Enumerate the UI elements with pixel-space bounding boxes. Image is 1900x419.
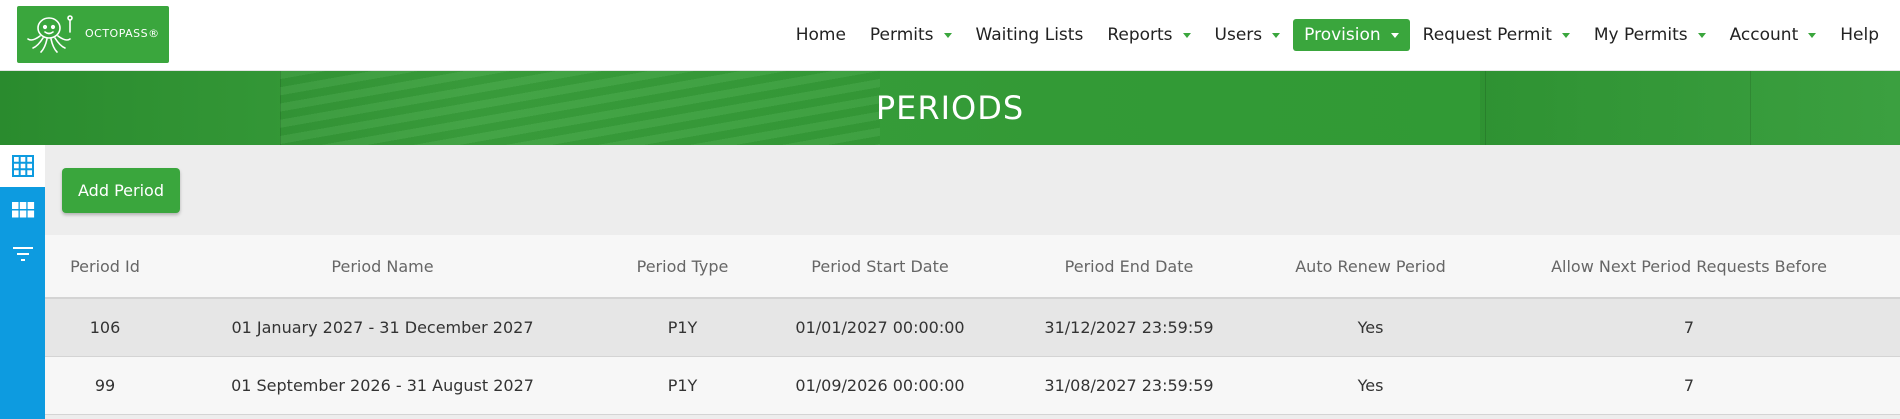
- nav-label: Request Permit: [1422, 25, 1552, 45]
- table-cell: P1Y: [600, 298, 765, 357]
- nav-label: My Permits: [1593, 25, 1688, 45]
- table-cell: 01/01/2027 00:00:00: [765, 298, 995, 357]
- caret-down-icon: [1272, 32, 1281, 38]
- periods-table: Period Id Period Name Period Type Period St…: [45, 235, 1900, 415]
- caret-down-icon: [1390, 32, 1399, 38]
- octopass-logo[interactable]: OCTOPASS®: [17, 6, 169, 63]
- nav-label: Reports: [1107, 25, 1173, 45]
- nav-my-permits[interactable]: My Permits: [1583, 19, 1717, 51]
- caret-down-icon: [1182, 32, 1191, 38]
- column-header[interactable]: Period Start Date: [765, 235, 995, 299]
- column-header[interactable]: Period End Date: [995, 235, 1263, 299]
- octopus-icon: [27, 15, 73, 53]
- tile-view-button[interactable]: [0, 189, 45, 231]
- grid-icon: [11, 155, 34, 177]
- nav-label: Users: [1214, 25, 1263, 45]
- page-banner: PERIODS: [0, 71, 1900, 145]
- column-header[interactable]: Allow Next Period Requests Before: [1478, 235, 1900, 299]
- nav-home[interactable]: Home: [785, 19, 857, 51]
- nav-users[interactable]: Users: [1204, 19, 1292, 51]
- nav-label: Permits: [869, 25, 934, 45]
- nav-reports[interactable]: Reports: [1096, 19, 1201, 51]
- nav-label: Account: [1729, 25, 1799, 45]
- main-nav: Home Permits Waiting Lists Reports Users Prov…: [783, 18, 1890, 52]
- table-cell: 99: [45, 356, 165, 415]
- table-cell: Yes: [1263, 298, 1478, 357]
- column-header[interactable]: Period Type: [600, 235, 765, 299]
- table-cell: Yes: [1263, 356, 1478, 415]
- table-row[interactable]: 99 01 September 2026 - 31 August 2027 P1Y 0…: [45, 356, 1900, 415]
- table-cell: 01 January 2027 - 31 December 2027: [165, 298, 600, 357]
- table-cell: P1Y: [600, 356, 765, 415]
- logo-brand-text: OCTOPASS®: [85, 27, 160, 40]
- grid-view-button[interactable]: [0, 145, 45, 187]
- table-cell: 31/12/2027 23:59:59: [995, 298, 1263, 357]
- nav-permits[interactable]: Permits: [859, 19, 963, 51]
- nav-provision[interactable]: Provision: [1293, 19, 1410, 51]
- left-toolbar: [0, 145, 45, 419]
- nav-label: Help: [1840, 25, 1879, 45]
- table-cell: 01/09/2026 00:00:00: [765, 356, 995, 415]
- caret-down-icon: [1808, 32, 1817, 38]
- main-content: Add Period Period Id Period Name Period Ty…: [45, 145, 1900, 419]
- column-header[interactable]: Period Id: [45, 235, 165, 299]
- filter-icon: [12, 247, 33, 261]
- table-cell: 01 September 2026 - 31 August 2027: [165, 356, 600, 415]
- table-cell: 31/08/2027 23:59:59: [995, 356, 1263, 415]
- nav-label: Waiting Lists: [975, 25, 1084, 45]
- page-title: PERIODS: [875, 89, 1025, 127]
- column-header[interactable]: Period Name: [165, 235, 600, 299]
- column-header[interactable]: Auto Renew Period: [1263, 235, 1478, 299]
- caret-down-icon: [1561, 32, 1570, 38]
- nav-request-permit[interactable]: Request Permit: [1412, 19, 1581, 51]
- table-header-row: Period Id Period Name Period Type Period St…: [45, 235, 1900, 299]
- nav-help[interactable]: Help: [1829, 19, 1890, 51]
- table-row[interactable]: 106 01 January 2027 - 31 December 2027 P1Y…: [45, 298, 1900, 357]
- tiles-icon: [11, 202, 34, 218]
- nav-label: Home: [795, 25, 846, 45]
- nav-waiting-lists[interactable]: Waiting Lists: [965, 19, 1095, 51]
- table-cell: 106: [45, 298, 165, 357]
- caret-down-icon: [1697, 32, 1706, 38]
- table-cell: 7: [1478, 356, 1900, 415]
- top-navbar: OCTOPASS® Home Permits Waiting Lists Report…: [0, 0, 1900, 71]
- nav-label: Provision: [1304, 25, 1381, 45]
- nav-account[interactable]: Account: [1719, 19, 1828, 51]
- filter-button[interactable]: [0, 233, 45, 275]
- caret-down-icon: [943, 32, 952, 38]
- add-period-button[interactable]: Add Period: [62, 168, 180, 213]
- table-cell: 7: [1478, 298, 1900, 357]
